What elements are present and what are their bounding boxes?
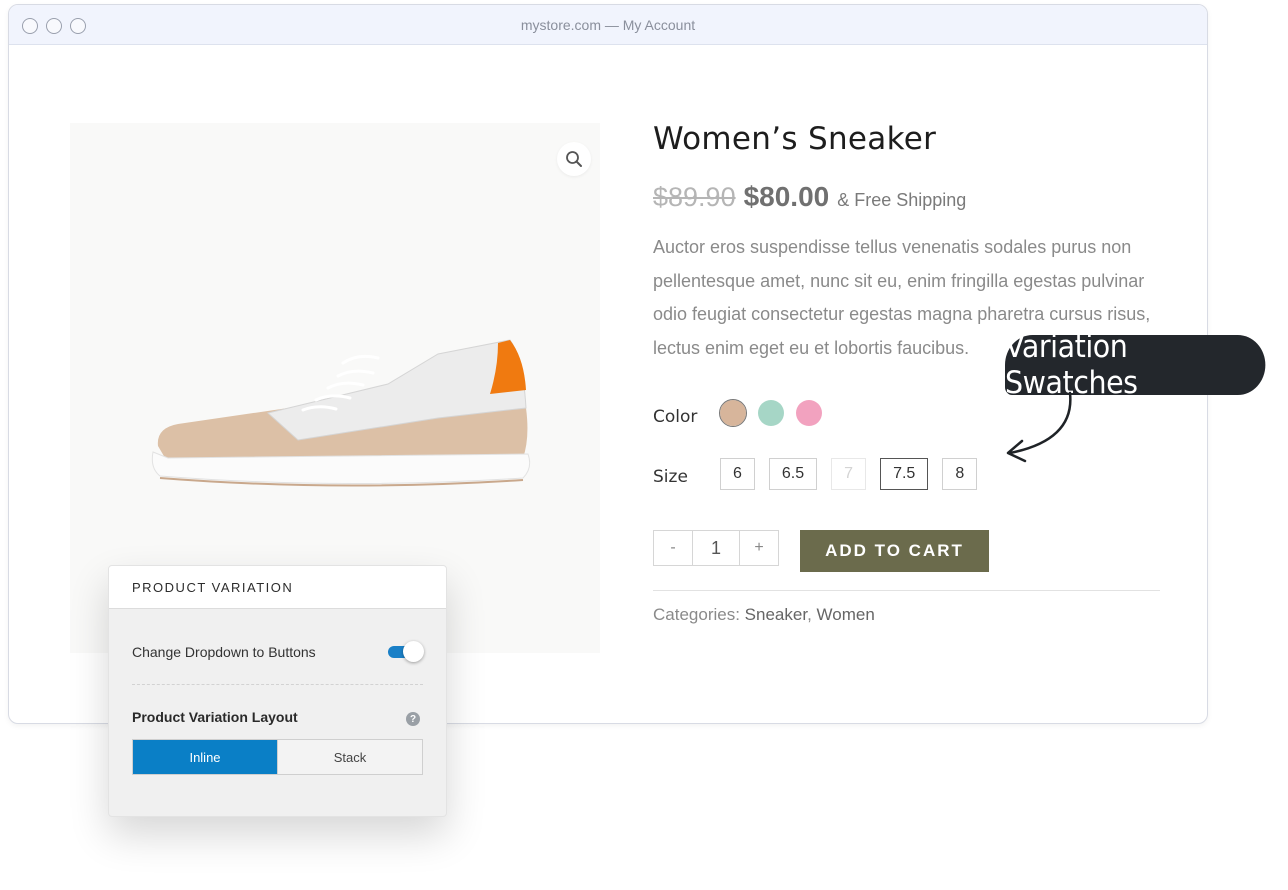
curved-arrow-icon — [1006, 391, 1072, 463]
category-link-sneaker[interactable]: Sneaker — [745, 605, 807, 624]
layout-inline-button[interactable]: Inline — [133, 740, 277, 774]
category-link-women[interactable]: Women — [817, 605, 875, 624]
window-url: mystore.com — My Account — [520, 17, 696, 33]
toggle-knob — [403, 641, 424, 662]
size-option-7[interactable]: 7 — [831, 458, 867, 490]
title-bar: mystore.com — My Account — [9, 5, 1207, 45]
add-to-cart-button[interactable]: ADD TO CART — [800, 530, 989, 572]
size-option-6[interactable]: 6 — [720, 458, 755, 490]
zoom-button[interactable] — [557, 142, 591, 176]
divider — [653, 590, 1160, 591]
price-row: $89.90 $80.00 & Free Shipping — [653, 181, 966, 213]
size-swatches: 6 6.5 7 7.5 8 — [720, 458, 978, 490]
help-icon[interactable]: ? — [406, 712, 420, 726]
quantity-stepper: - 1 + — [653, 530, 779, 566]
categories-label: Categories: — [653, 605, 740, 624]
quantity-plus-button[interactable]: + — [740, 531, 778, 565]
color-label: Color — [653, 407, 698, 427]
layout-stack-button[interactable]: Stack — [277, 740, 422, 774]
categories: Categories: Sneaker, Women — [653, 605, 875, 625]
layout-label: Product Variation Layout — [132, 709, 298, 725]
product-title: Women’s Sneaker — [653, 121, 937, 157]
sale-price: $80.00 — [743, 181, 830, 212]
magnifier-icon — [566, 151, 582, 167]
size-option-8[interactable]: 8 — [942, 458, 978, 490]
panel-header: PRODUCT VARIATION — [109, 566, 446, 609]
toggle-label: Change Dropdown to Buttons — [132, 644, 316, 660]
quantity-minus-button[interactable]: - — [654, 531, 692, 565]
product-variation-panel: PRODUCT VARIATION Change Dropdown to But… — [108, 565, 447, 817]
size-option-7-5[interactable]: 7.5 — [880, 458, 929, 490]
color-swatch-pink[interactable] — [796, 400, 822, 426]
color-swatch-beige[interactable] — [719, 399, 747, 427]
size-option-6-5[interactable]: 6.5 — [768, 458, 818, 490]
shipping-note: & Free Shipping — [837, 190, 967, 210]
color-swatch-mint[interactable] — [758, 400, 784, 426]
sneaker-photo — [151, 339, 531, 487]
color-swatches — [719, 399, 822, 427]
layout-selector: Inline Stack — [132, 739, 423, 775]
category-separator: , — [807, 605, 812, 624]
old-price: $89.90 — [653, 182, 736, 212]
quantity-input[interactable]: 1 — [692, 531, 740, 565]
dropdown-to-buttons-toggle[interactable] — [388, 641, 424, 662]
panel-divider — [132, 684, 423, 685]
size-label: Size — [653, 467, 688, 487]
